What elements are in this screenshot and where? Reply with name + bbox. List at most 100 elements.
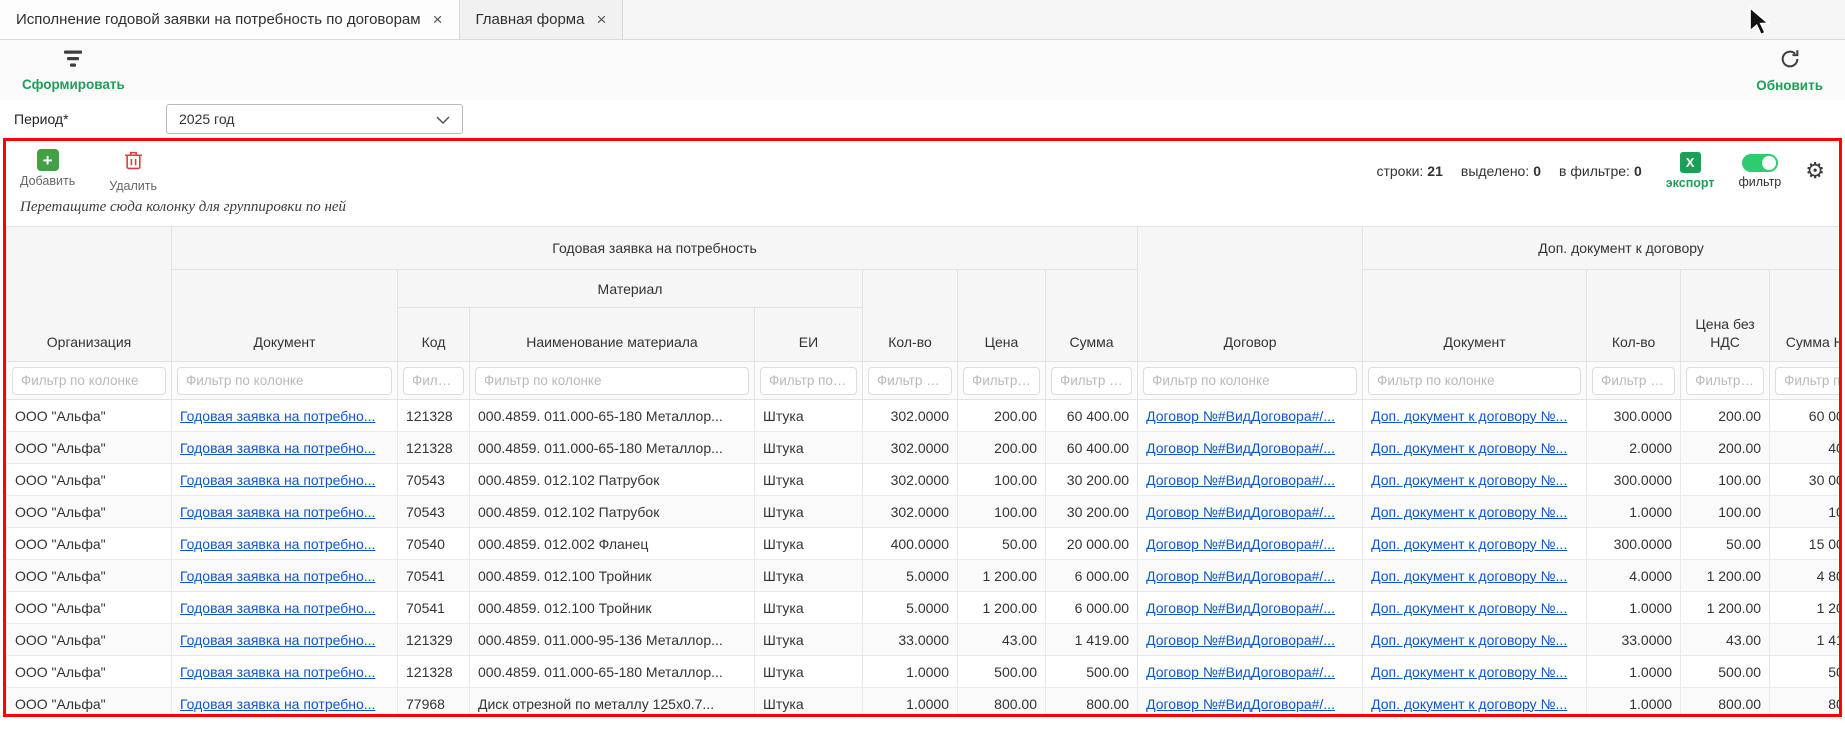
cell-sum: 1 419.00 [1046, 624, 1138, 656]
cell-org: ООО "Альфа" [7, 432, 172, 464]
cell-name: 000.4859. 011.000-95-136 Металлор... [470, 624, 755, 656]
table-row[interactable]: ООО "Альфа" Годовая заявка на потребно...… [7, 432, 1840, 464]
filter-input-sum-vat[interactable] [1775, 367, 1839, 395]
filter-input-unit[interactable] [760, 367, 857, 395]
link-doc2[interactable]: Доп. документ к договору №... [1371, 568, 1567, 584]
generate-button[interactable]: Сформировать [22, 49, 125, 92]
link-doc2[interactable]: Доп. документ к договору №... [1371, 472, 1567, 488]
table-row[interactable]: ООО "Альфа" Годовая заявка на потребно...… [7, 464, 1840, 496]
delete-button[interactable]: Удалить [109, 149, 157, 193]
col-header-qty[interactable]: Кол-во [863, 270, 958, 362]
link-contract[interactable]: Договор №#ВидДоговора#/... [1146, 632, 1335, 648]
grid-body: ООО "Альфа" Годовая заявка на потребно...… [7, 400, 1840, 718]
link-doc2[interactable]: Доп. документ к договору №... [1371, 632, 1567, 648]
delete-label: Удалить [109, 179, 157, 193]
export-button[interactable]: X экспорт [1666, 152, 1715, 190]
link-contract[interactable]: Договор №#ВидДоговора#/... [1146, 696, 1335, 712]
group-header-material: Материал [398, 270, 863, 308]
filter-input-org[interactable] [12, 367, 166, 395]
col-header-doc[interactable]: Документ [172, 270, 398, 362]
link-doc[interactable]: Годовая заявка на потребно... [180, 664, 375, 680]
filter-input-price-no-vat[interactable] [1686, 367, 1764, 395]
table-row[interactable]: ООО "Альфа"Годовая заявка на потребно...… [7, 624, 1840, 656]
col-header-code[interactable]: Код [398, 308, 470, 362]
link-doc[interactable]: Годовая заявка на потребно... [180, 408, 375, 424]
filter-row [7, 362, 1840, 400]
link-contract[interactable]: Договор №#ВидДоговора#/... [1146, 472, 1335, 488]
link-contract[interactable]: Договор №#ВидДоговора#/... [1146, 664, 1335, 680]
link-doc[interactable]: Годовая заявка на потребно... [180, 536, 375, 552]
tab-annual-request-execution[interactable]: Исполнение годовой заявки на потребность… [0, 0, 460, 39]
table-row[interactable]: ООО "Альфа"Годовая заявка на потребно...… [7, 560, 1840, 592]
cell-qty: 1.0000 [863, 688, 958, 718]
col-header-price-no-vat[interactable]: Цена без НДС [1681, 270, 1770, 362]
cell-price: 800.00 [958, 688, 1046, 718]
link-doc2[interactable]: Доп. документ к договору №... [1371, 664, 1567, 680]
col-header-org[interactable]: Организация [7, 227, 172, 362]
link-doc[interactable]: Годовая заявка на потребно... [180, 696, 375, 712]
cell-price2: 43.00 [1681, 624, 1770, 656]
cell-qty2: 2.0000 [1587, 432, 1681, 464]
tab-main-form[interactable]: Главная форма × [460, 0, 624, 39]
filter-input-material-name[interactable] [475, 367, 749, 395]
link-doc2[interactable]: Доп. документ к договору №... [1371, 696, 1567, 712]
table-row[interactable]: ООО "Альфа"Годовая заявка на потребно...… [7, 528, 1840, 560]
filter-input-qty[interactable] [868, 367, 952, 395]
filter-input-sum[interactable] [1051, 367, 1132, 395]
col-header-contract[interactable]: Договор [1138, 227, 1363, 362]
table-wrap: Организация Годовая заявка на потребност… [6, 226, 1839, 717]
table-row[interactable]: ООО "Альфа"Годовая заявка на потребно...… [7, 688, 1840, 718]
col-header-price[interactable]: Цена [958, 270, 1046, 362]
filter-input-doc2[interactable] [1368, 367, 1581, 395]
trash-icon [124, 149, 143, 176]
filter-input-doc[interactable] [177, 367, 392, 395]
col-header-sum[interactable]: Сумма [1046, 270, 1138, 362]
filter-input-price[interactable] [963, 367, 1040, 395]
col-header-unit[interactable]: ЕИ [755, 308, 863, 362]
link-doc[interactable]: Годовая заявка на потребно... [180, 600, 375, 616]
link-contract[interactable]: Договор №#ВидДоговора#/... [1146, 504, 1335, 520]
col-header-sum-vat[interactable]: Сумма НДС [1770, 270, 1839, 362]
close-icon[interactable]: × [596, 11, 606, 28]
col-header-material-name[interactable]: Наименование материала [470, 308, 755, 362]
filter-toggle[interactable]: фильтр [1738, 154, 1781, 189]
table-row[interactable]: ООО "Альфа"Годовая заявка на потребно...… [7, 400, 1840, 432]
table-row[interactable]: ООО "Альфа"Годовая заявка на потребно...… [7, 592, 1840, 624]
gear-icon[interactable]: ⚙ [1805, 160, 1825, 182]
filter-input-qty2[interactable] [1592, 367, 1675, 395]
cell-price: 100.00 [958, 464, 1046, 496]
link-contract[interactable]: Договор №#ВидДоговора#/... [1146, 440, 1335, 456]
col-header-doc2[interactable]: Документ [1363, 270, 1587, 362]
link-doc2[interactable]: Доп. документ к договору №... [1371, 440, 1567, 456]
cell-price2: 800.00 [1681, 688, 1770, 718]
table-row[interactable]: ООО "Альфа"Годовая заявка на потребно...… [7, 656, 1840, 688]
cell-code: 70543 [398, 496, 470, 528]
grid-panel: + Добавить Удали [3, 138, 1842, 717]
cell-sum2: 400.00 [1770, 432, 1839, 464]
grid-toolbar-left: + Добавить Удали [20, 149, 157, 193]
link-doc2[interactable]: Доп. документ к договору №... [1371, 408, 1567, 424]
link-contract[interactable]: Договор №#ВидДоговора#/... [1146, 568, 1335, 584]
cell-doc2: Доп. документ к договору №... [1363, 528, 1587, 560]
link-contract[interactable]: Договор №#ВидДоговора#/... [1146, 536, 1335, 552]
filter-input-contract[interactable] [1143, 367, 1357, 395]
link-doc[interactable]: Годовая заявка на потребно... [180, 568, 375, 584]
cell-price2: 1 200.00 [1681, 560, 1770, 592]
cell-org: ООО "Альфа" [7, 464, 172, 496]
period-select[interactable]: 2025 год [166, 104, 463, 134]
link-doc2[interactable]: Доп. документ к договору №... [1371, 536, 1567, 552]
table-row[interactable]: ООО "Альфа"Годовая заявка на потребно...… [7, 496, 1840, 528]
link-doc2[interactable]: Доп. документ к договору №... [1371, 600, 1567, 616]
link-doc2[interactable]: Доп. документ к договору №... [1371, 504, 1567, 520]
link-contract[interactable]: Договор №#ВидДоговора#/... [1146, 600, 1335, 616]
link-doc[interactable]: Годовая заявка на потребно... [180, 504, 375, 520]
refresh-button[interactable]: Обновить [1756, 48, 1823, 93]
add-button[interactable]: + Добавить [20, 149, 75, 193]
link-contract[interactable]: Договор №#ВидДоговора#/... [1146, 408, 1335, 424]
link-doc[interactable]: Годовая заявка на потребно... [180, 440, 375, 456]
filter-input-code[interactable] [403, 367, 464, 395]
close-icon[interactable]: × [433, 11, 443, 28]
link-doc[interactable]: Годовая заявка на потребно... [180, 632, 375, 648]
link-doc[interactable]: Годовая заявка на потребно... [180, 472, 375, 488]
col-header-qty2[interactable]: Кол-во [1587, 270, 1681, 362]
